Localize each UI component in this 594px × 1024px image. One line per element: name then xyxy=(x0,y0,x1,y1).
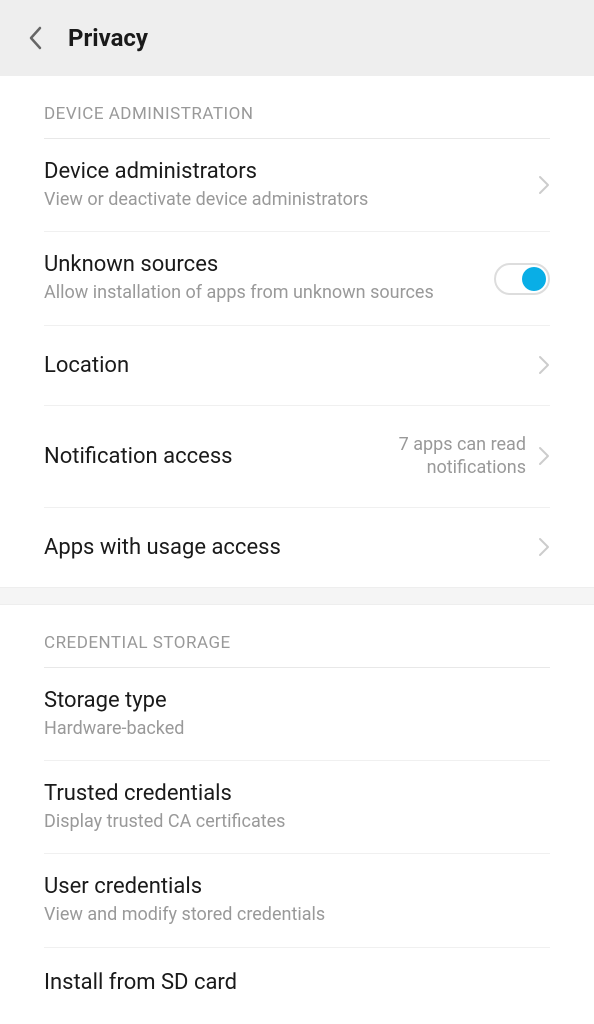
header-bar: Privacy xyxy=(0,0,594,76)
item-content: Apps with usage access xyxy=(44,535,538,560)
item-device-administrators[interactable]: Device administrators View or deactivate… xyxy=(0,139,594,231)
toggle-unknown-sources[interactable] xyxy=(494,263,550,295)
section-gap xyxy=(0,587,594,605)
item-subtitle: View and modify stored credentials xyxy=(44,903,550,926)
toggle-knob xyxy=(522,267,546,291)
item-title: Trusted credentials xyxy=(44,781,550,806)
chevron-left-icon xyxy=(28,26,42,50)
item-right: 7 apps can read notifications xyxy=(346,433,550,480)
item-title: Device administrators xyxy=(44,159,538,184)
item-usage-access[interactable]: Apps with usage access xyxy=(0,508,594,587)
chevron-right-icon xyxy=(538,537,550,557)
item-title: Notification access xyxy=(44,444,346,469)
back-button[interactable] xyxy=(20,23,50,53)
item-title: Apps with usage access xyxy=(44,535,538,560)
item-content: Install from SD card xyxy=(44,970,550,995)
chevron-right-icon xyxy=(538,175,550,195)
page-title: Privacy xyxy=(68,24,148,52)
item-title: Install from SD card xyxy=(44,970,550,995)
item-location[interactable]: Location xyxy=(0,326,594,405)
item-subtitle: Allow installation of apps from unknown … xyxy=(44,281,494,304)
item-content: User credentials View and modify stored … xyxy=(44,874,550,926)
item-user-credentials[interactable]: User credentials View and modify stored … xyxy=(0,854,594,946)
chevron-right-icon xyxy=(538,355,550,375)
item-install-sd-card[interactable]: Install from SD card xyxy=(0,948,594,1018)
item-subtitle: Display trusted CA certificates xyxy=(44,810,550,833)
section-header-credential-storage: CREDENTIAL STORAGE xyxy=(0,605,594,667)
section-header-device-admin: DEVICE ADMINISTRATION xyxy=(0,76,594,138)
chevron-right-icon xyxy=(538,446,550,466)
item-content: Unknown sources Allow installation of ap… xyxy=(44,252,494,304)
item-title: Storage type xyxy=(44,688,550,713)
item-notification-access[interactable]: Notification access 7 apps can read noti… xyxy=(0,406,594,507)
item-title: Unknown sources xyxy=(44,252,494,277)
item-subtitle: Hardware-backed xyxy=(44,717,550,740)
item-content: Trusted credentials Display trusted CA c… xyxy=(44,781,550,833)
item-unknown-sources[interactable]: Unknown sources Allow installation of ap… xyxy=(0,232,594,324)
item-content: Device administrators View or deactivate… xyxy=(44,159,538,211)
item-subtitle: View or deactivate device administrators xyxy=(44,188,538,211)
item-content: Storage type Hardware-backed xyxy=(44,688,550,740)
item-title: Location xyxy=(44,353,538,378)
item-content: Location xyxy=(44,353,538,378)
item-title: User credentials xyxy=(44,874,550,899)
item-content: Notification access xyxy=(44,444,346,469)
item-storage-type[interactable]: Storage type Hardware-backed xyxy=(0,668,594,760)
item-trusted-credentials[interactable]: Trusted credentials Display trusted CA c… xyxy=(0,761,594,853)
item-value: 7 apps can read notifications xyxy=(346,433,526,480)
